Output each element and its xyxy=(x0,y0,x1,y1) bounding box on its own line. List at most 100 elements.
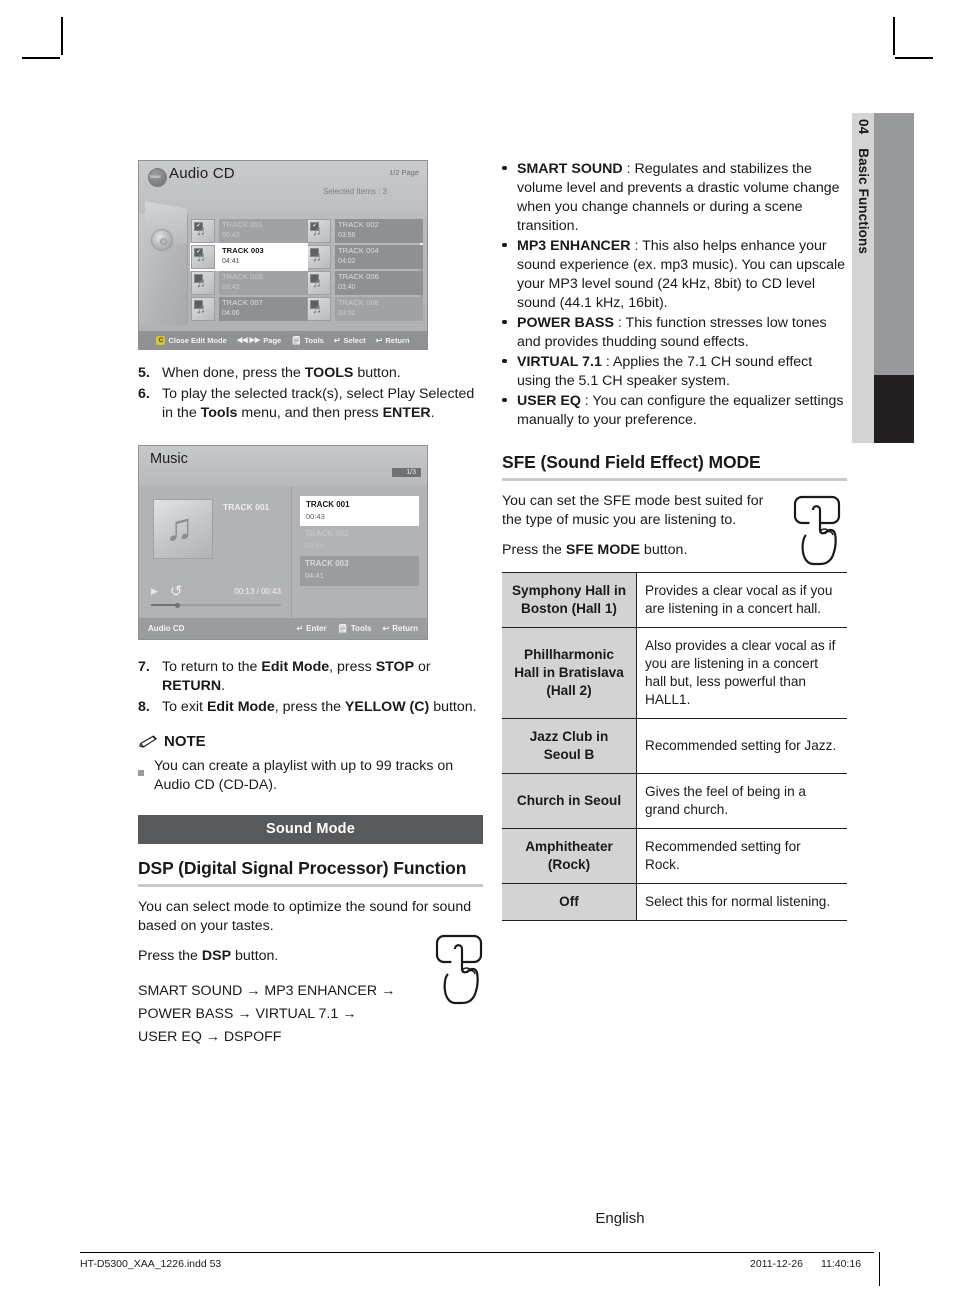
music-body: ♫ TRACK 001 ▶ ↺ 00:13 / 00:43 TRACK 001 0… xyxy=(139,486,427,620)
now-playing-title: TRACK 001 xyxy=(223,502,270,512)
playlist-track-duration: 04:41 xyxy=(305,571,324,580)
pencil-icon xyxy=(139,734,158,748)
footer-divider xyxy=(80,1252,874,1253)
sfe-mode-description: Recommended setting for Rock. xyxy=(636,828,847,884)
print-time: 11:40:16 xyxy=(820,1258,862,1270)
page-label: Page xyxy=(263,335,282,345)
track-duration: 04:06 xyxy=(222,310,240,317)
dsp-chain-line: USER EQ → DSPOFF xyxy=(138,1028,282,1045)
dsp-heading-rule xyxy=(138,884,483,887)
music-tools-label: Tools xyxy=(350,624,372,633)
music-enter-action[interactable]: ↵ Enter xyxy=(296,624,326,633)
music-logo-icon xyxy=(148,168,167,187)
dsp-mode-item: SMART SOUND : Regulates and stabilizes t… xyxy=(502,160,847,236)
track-thumbnail: ♫ xyxy=(307,219,331,243)
track-cell[interactable]: ♫ TRACK 005 03:43 xyxy=(191,270,307,296)
step-text: To return to the Edit Mode, press STOP o… xyxy=(162,659,431,694)
track-name: TRACK 007 xyxy=(222,298,263,307)
playlist-track-name: TRACK 002 xyxy=(305,529,349,538)
track-cell[interactable]: ♫ TRACK 004 04:02 xyxy=(307,244,423,270)
music-tools-action[interactable]: 🗒 Tools xyxy=(338,624,372,633)
bullet-icon xyxy=(502,314,517,352)
step-item: 6. To play the selected track(s), select… xyxy=(138,385,483,423)
playlist-row[interactable]: TRACK 003 04:41 xyxy=(300,556,419,586)
sfe-table-row: Off Select this for normal listening. xyxy=(502,883,847,921)
dsp-mode-text: SMART SOUND : Regulates and stabilizes t… xyxy=(517,161,840,234)
sound-mode-section-bar: Sound Mode xyxy=(138,815,483,844)
track-thumbnail: ♫ xyxy=(191,297,215,321)
page-arrows-icon: ◀◀ ▶▶ xyxy=(236,337,261,344)
track-name: TRACK 006 xyxy=(338,272,379,281)
track-name: TRACK 005 xyxy=(222,272,263,281)
enter-icon: ↵ xyxy=(296,624,304,633)
music-note-icon: ♫ xyxy=(196,223,206,238)
note-text: You can create a playlist with up to 99 … xyxy=(154,758,454,793)
music-enter-label: Enter xyxy=(306,624,327,633)
return-action[interactable]: ↩ Return xyxy=(376,336,410,345)
bullet-icon xyxy=(502,237,517,313)
step-text: To exit Edit Mode, press the YELLOW (C) … xyxy=(162,699,477,715)
music-page-indicator: 1/3 xyxy=(392,468,421,477)
track-name: TRACK 002 xyxy=(338,220,379,229)
track-name: TRACK 004 xyxy=(338,246,379,255)
music-screen: Music 1/3 ♫ TRACK 001 ▶ ↺ 00:13 / 00:43 xyxy=(138,445,428,640)
playlist-row[interactable]: TRACK 001 00:43 xyxy=(300,496,419,526)
music-note-icon: ♫ xyxy=(312,223,322,238)
playback-controls: ▶ ↺ 00:13 / 00:43 xyxy=(151,584,281,608)
tools-action[interactable]: 🗒 Tools xyxy=(291,336,324,345)
play-icon[interactable]: ▶ xyxy=(151,586,158,597)
track-name: TRACK 003 xyxy=(222,246,264,255)
music-note-icon: ♫ xyxy=(165,507,194,549)
dsp-mode-text: POWER BASS : This function stresses low … xyxy=(517,315,827,350)
print-date: 2011-12-26 xyxy=(750,1258,803,1270)
sfe-table-row: Jazz Club in Seoul B Recommended setting … xyxy=(502,718,847,774)
progress-knob[interactable] xyxy=(175,602,180,608)
music-return-label: Return xyxy=(392,624,418,633)
crop-mark-top-left-h xyxy=(22,57,60,59)
track-thumbnail: ♫ xyxy=(307,271,331,295)
progress-bar[interactable] xyxy=(151,602,281,608)
track-duration: 04:41 xyxy=(222,258,240,265)
track-thumbnail: ♫ xyxy=(191,219,215,243)
music-note-icon: ♫ xyxy=(312,275,322,290)
step-item: 7. To return to the Edit Mode, press STO… xyxy=(138,658,483,696)
playlist-track-name: TRACK 003 xyxy=(305,559,349,568)
footer-tick-mark xyxy=(879,1252,880,1286)
select-icon: ↵ xyxy=(333,335,341,345)
track-cell[interactable]: ♫ TRACK 007 04:06 xyxy=(191,296,307,322)
step-item: 5. When done, press the TOOLS button. xyxy=(138,364,483,383)
print-file-name: HT-D5300_XAA_1226.indd 53 xyxy=(80,1258,222,1270)
select-label: Select xyxy=(343,335,366,345)
track-thumbnail: ♫ xyxy=(307,297,331,321)
sfe-press-text: Press the SFE MODE button. xyxy=(502,541,688,558)
sfe-mode-table: Symphony Hall in Boston (Hall 1) Provides… xyxy=(502,571,847,921)
crop-mark-top-right-v xyxy=(893,17,895,55)
sfe-table-row: Phillharmonic Hall in Bratislava (Hall 2… xyxy=(502,627,847,719)
playlist-row[interactable]: TRACK 002 03:56 xyxy=(300,526,419,556)
close-edit-mode-action[interactable]: C Close Edit Mode xyxy=(156,335,227,345)
language-label: English xyxy=(595,1210,645,1227)
track-cell[interactable]: ♫ TRACK 001 00:43 xyxy=(191,218,307,244)
playlist-track-duration: 03:56 xyxy=(305,541,324,550)
step-number: 8. xyxy=(138,699,150,715)
repeat-icon[interactable]: ↺ xyxy=(170,584,183,599)
chapter-bar-gray xyxy=(874,113,914,375)
dsp-mode-list: SMART SOUND : Regulates and stabilizes t… xyxy=(502,160,847,430)
music-note-icon: ♫ xyxy=(312,249,322,264)
track-name: TRACK 008 xyxy=(338,298,379,307)
step-text: When done, press the TOOLS button. xyxy=(162,365,401,381)
select-action[interactable]: ↵ Select xyxy=(334,336,366,345)
crop-mark-top-right-h xyxy=(895,57,933,59)
bullet-icon xyxy=(502,353,517,391)
page-action[interactable]: ◀◀ ▶▶ Page xyxy=(237,336,281,345)
music-note-icon: ♫ xyxy=(196,301,206,316)
track-cell[interactable]: ♫ TRACK 003 04:41 xyxy=(190,243,308,271)
track-cell[interactable]: ♫ TRACK 002 03:56 xyxy=(307,218,423,244)
track-cell[interactable]: ♫ TRACK 006 03:40 xyxy=(307,270,423,296)
dsp-intro: You can select mode to optimize the soun… xyxy=(138,898,472,934)
chapter-tab-text: 04 Basic Functions xyxy=(856,119,871,254)
audio-cd-header: Audio CD 1/2 Page Selected Items : 3 xyxy=(139,161,427,213)
music-return-action[interactable]: ↩ Return xyxy=(383,624,418,633)
track-cell[interactable]: ♫ TRACK 008 03:52 xyxy=(307,296,423,322)
music-note-icon: ♫ xyxy=(196,275,206,290)
